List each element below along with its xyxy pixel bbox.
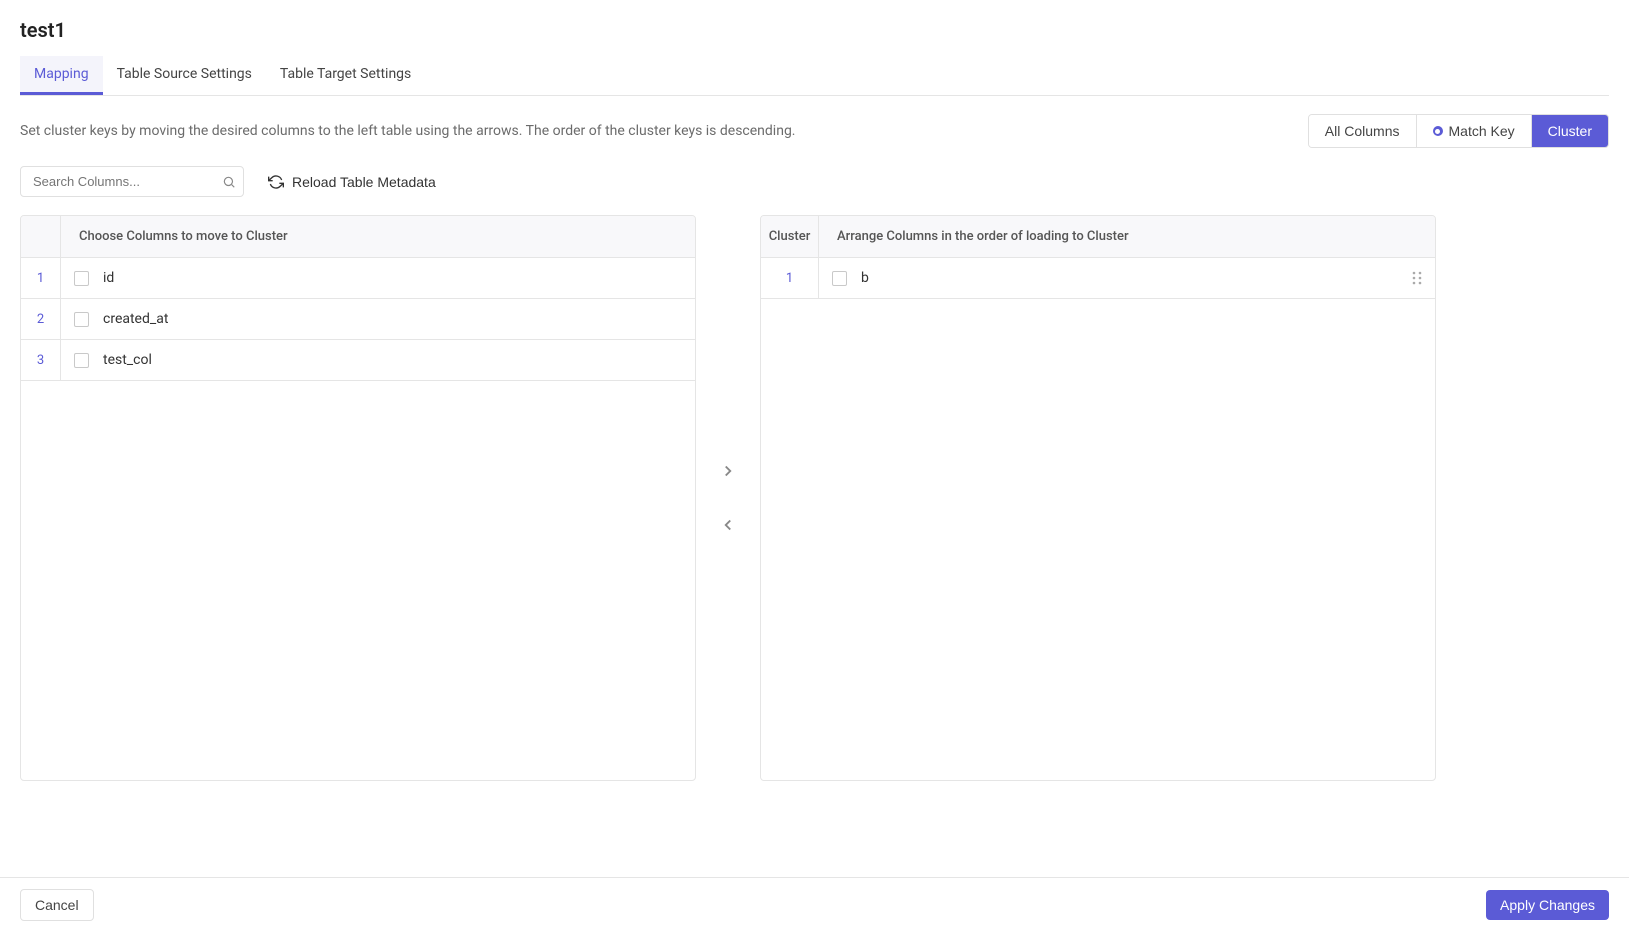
drag-handle-icon[interactable] <box>1399 271 1435 285</box>
tab-mapping[interactable]: Mapping <box>20 56 103 95</box>
row-index: 2 <box>21 299 61 339</box>
move-left-button[interactable] <box>715 512 741 538</box>
row-index: 3 <box>21 340 61 380</box>
row-checkbox[interactable] <box>74 353 89 368</box>
apply-changes-button[interactable]: Apply Changes <box>1486 890 1609 920</box>
tab-table-source-settings[interactable]: Table Source Settings <box>103 56 266 95</box>
search-icon <box>222 175 236 189</box>
reload-table-metadata-button[interactable]: Reload Table Metadata <box>268 174 436 190</box>
filter-all-columns-label: All Columns <box>1325 123 1400 139</box>
left-panel-header: Choose Columns to move to Cluster <box>61 229 288 244</box>
reload-label: Reload Table Metadata <box>292 174 436 190</box>
column-name: created_at <box>101 311 695 327</box>
row-index: 1 <box>761 258 819 298</box>
footer: Cancel Apply Changes <box>0 877 1629 932</box>
search-box <box>20 166 244 197</box>
available-columns-panel: Choose Columns to move to Cluster 1 id 2… <box>20 215 696 781</box>
transfer-arrows <box>696 215 760 781</box>
cluster-columns-panel: Cluster Arrange Columns in the order of … <box>760 215 1436 781</box>
filter-match-key[interactable]: Match Key <box>1417 115 1532 147</box>
row-checkbox[interactable] <box>74 271 89 286</box>
tabs: Mapping Table Source Settings Table Targ… <box>20 56 1609 96</box>
table-row: 1 id <box>21 258 695 299</box>
chevron-left-icon <box>719 516 737 534</box>
table-row: 1 b <box>761 258 1435 299</box>
refresh-icon <box>268 174 284 190</box>
chevron-right-icon <box>719 462 737 480</box>
search-input[interactable] <box>20 166 244 197</box>
row-checkbox[interactable] <box>832 271 847 286</box>
row-checkbox[interactable] <box>74 312 89 327</box>
help-text: Set cluster keys by moving the desired c… <box>20 123 796 139</box>
cancel-button[interactable]: Cancel <box>20 889 94 921</box>
filter-all-columns[interactable]: All Columns <box>1309 115 1417 147</box>
table-row: 3 test_col <box>21 340 695 381</box>
column-name: test_col <box>101 352 695 368</box>
move-right-button[interactable] <box>715 458 741 484</box>
filter-cluster[interactable]: Cluster <box>1532 115 1608 147</box>
filter-cluster-label: Cluster <box>1548 123 1592 139</box>
dot-icon <box>1433 126 1443 136</box>
row-index: 1 <box>21 258 61 298</box>
column-name: id <box>101 270 695 286</box>
filter-match-key-label: Match Key <box>1449 123 1515 139</box>
right-panel-cluster-header: Cluster <box>761 216 819 257</box>
page-title: test1 <box>20 18 1609 42</box>
filter-button-group: All Columns Match Key Cluster <box>1308 114 1609 148</box>
tab-table-target-settings[interactable]: Table Target Settings <box>266 56 425 95</box>
table-row: 2 created_at <box>21 299 695 340</box>
right-panel-header: Arrange Columns in the order of loading … <box>819 229 1129 244</box>
column-name: b <box>859 270 1399 286</box>
